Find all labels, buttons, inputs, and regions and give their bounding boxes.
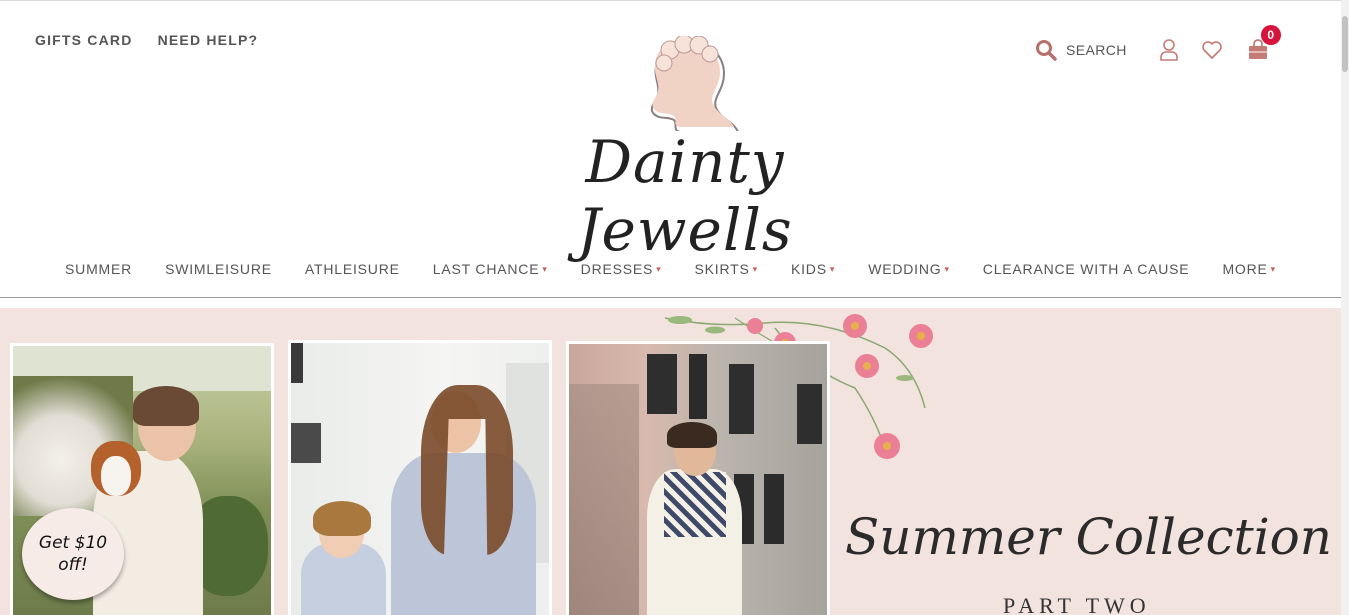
top-border <box>0 0 1341 1</box>
search-icon <box>1036 40 1057 61</box>
hero-title: Summer Collection <box>845 508 1332 566</box>
nav-label: SUMMER <box>65 261 133 277</box>
nav-item-wedding[interactable]: WEDDING ▾ <box>868 261 950 277</box>
nav-item-clearance-with-a-cause[interactable]: CLEARANCE WITH A CAUSE <box>983 261 1190 277</box>
search-label: SEARCH <box>1066 42 1127 58</box>
gifts-card-link[interactable]: GIFTS CARD <box>35 32 133 48</box>
nav-item-more[interactable]: MORE ▾ <box>1222 261 1276 277</box>
nav-label: WEDDING <box>868 261 942 277</box>
user-icon <box>1159 39 1178 61</box>
nav-item-last-chance[interactable]: LAST CHANCE ▾ <box>433 261 548 277</box>
heart-icon <box>1201 41 1222 59</box>
cart-button[interactable]: 0 <box>1247 25 1281 61</box>
nav-item-skirts[interactable]: SKIRTS ▾ <box>695 261 758 277</box>
nav-item-summer[interactable]: SUMMER <box>65 261 132 277</box>
nav-label: MORE <box>1222 261 1268 277</box>
hero-subtitle: PART TWO <box>1003 593 1151 615</box>
chevron-down-icon: ▾ <box>752 263 758 274</box>
nav-divider <box>0 297 1341 298</box>
nav-label: ATHLEISURE <box>304 261 400 277</box>
logo-wordmark: Dainty Jewells <box>577 128 793 264</box>
nav-item-kids[interactable]: KIDS ▾ <box>791 261 835 277</box>
header-actions: SEARCH 0 <box>1035 25 1281 64</box>
nav-label: DRESSES <box>580 261 654 277</box>
woman-embroidered-dress-image <box>569 344 827 615</box>
chevron-down-icon: ▾ <box>542 263 548 274</box>
chevron-down-icon: ▾ <box>944 263 950 274</box>
nav-label: SWIMLEISURE <box>165 261 272 277</box>
nav-label: LAST CHANCE <box>432 261 540 277</box>
nav-label: KIDS <box>790 261 827 277</box>
scrollbar-thumb[interactable] <box>1342 16 1348 72</box>
hero-banner[interactable]: Summer Collection PART TWO <box>0 308 1341 615</box>
page-scrollbar[interactable] <box>1341 0 1349 615</box>
nav-item-swimleisure[interactable]: SWIMLEISURE <box>165 261 272 277</box>
promo-line-2: off! <box>58 555 88 575</box>
nav-label: CLEARANCE WITH A CAUSE <box>982 261 1190 277</box>
main-nav: SUMMER SWIMLEISURE ATHLEISURE LAST CHANC… <box>0 256 1341 282</box>
cart-count-badge: 0 <box>1260 25 1281 45</box>
chevron-down-icon: ▾ <box>829 263 836 274</box>
lifestyle-photo-3[interactable] <box>566 341 830 615</box>
nav-item-dresses[interactable]: DRESSES ▾ <box>581 261 662 277</box>
lifestyle-photo-2[interactable] <box>288 340 552 615</box>
site-logo[interactable]: Dainty Jewells <box>470 36 900 264</box>
nav-item-athleisure[interactable]: ATHLEISURE <box>305 261 400 277</box>
need-help-link[interactable]: NEED HELP? <box>158 32 259 48</box>
chevron-down-icon: ▾ <box>656 263 662 274</box>
wishlist-button[interactable] <box>1201 40 1223 60</box>
account-button[interactable] <box>1159 38 1179 62</box>
cameo-silhouette-icon <box>650 36 739 131</box>
nav-label: SKIRTS <box>694 261 750 277</box>
mother-daughter-image <box>291 343 549 615</box>
chevron-down-icon: ▾ <box>1270 263 1276 274</box>
discount-promo-badge[interactable]: Get $10 off! <box>22 508 124 600</box>
promo-line-1: Get $10 <box>38 533 108 553</box>
search-button[interactable]: SEARCH <box>1035 39 1127 61</box>
utility-links: GIFTS CARD NEED HELP? <box>35 32 258 48</box>
